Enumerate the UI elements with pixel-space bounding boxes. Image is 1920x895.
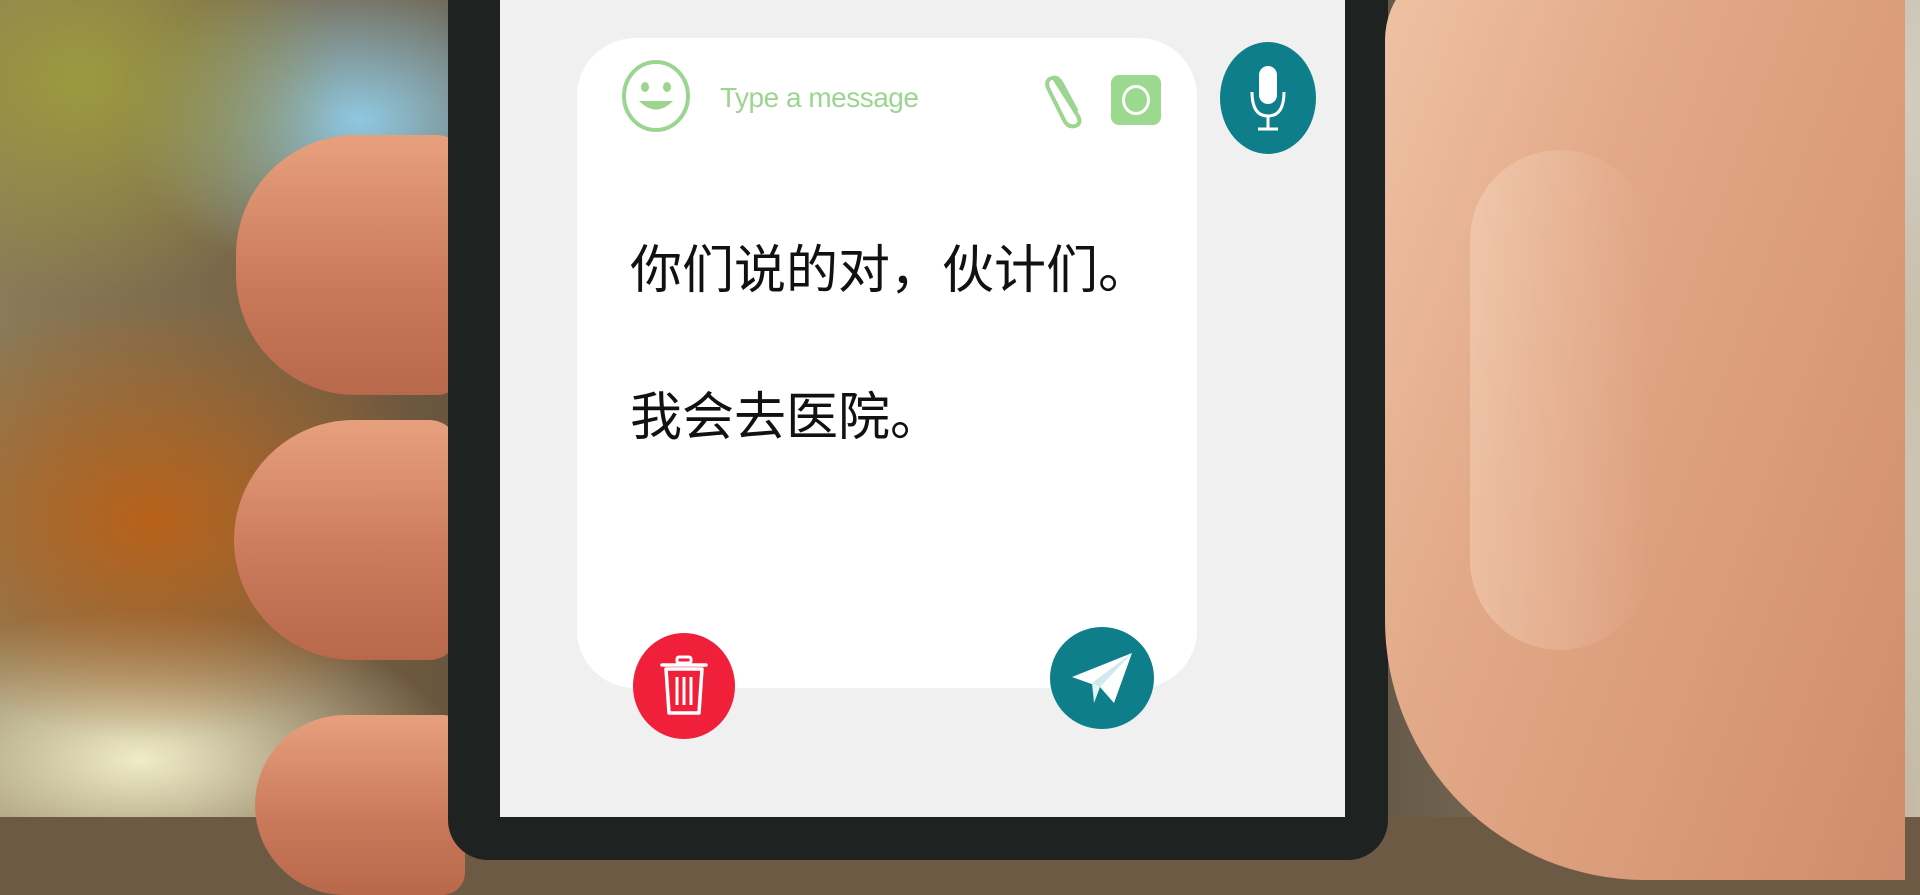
message-input-placeholder[interactable]: Type a message <box>720 82 919 114</box>
microphone-button[interactable] <box>1220 42 1316 154</box>
paperclip-icon <box>1045 75 1082 129</box>
left-finger-top <box>236 135 466 395</box>
camera-icon <box>1122 85 1150 115</box>
paper-plane-icon <box>1072 653 1132 703</box>
camera-button[interactable] <box>1111 75 1161 125</box>
smiley-face-icon <box>622 60 690 132</box>
message-text-line-1[interactable]: 你们说的对，伙计们。 <box>630 228 1150 303</box>
thumb-highlight <box>1470 150 1650 650</box>
message-card <box>577 38 1197 688</box>
delete-button[interactable] <box>633 633 735 739</box>
attach-button[interactable] <box>1042 70 1088 130</box>
left-finger-bottom <box>255 715 465 895</box>
left-finger-middle <box>234 420 459 660</box>
message-text-line-2[interactable]: 我会去医院。 <box>630 375 942 450</box>
emoji-button[interactable] <box>620 58 692 134</box>
trash-icon <box>660 655 708 715</box>
send-button[interactable] <box>1050 627 1154 729</box>
microphone-icon <box>1250 66 1286 131</box>
